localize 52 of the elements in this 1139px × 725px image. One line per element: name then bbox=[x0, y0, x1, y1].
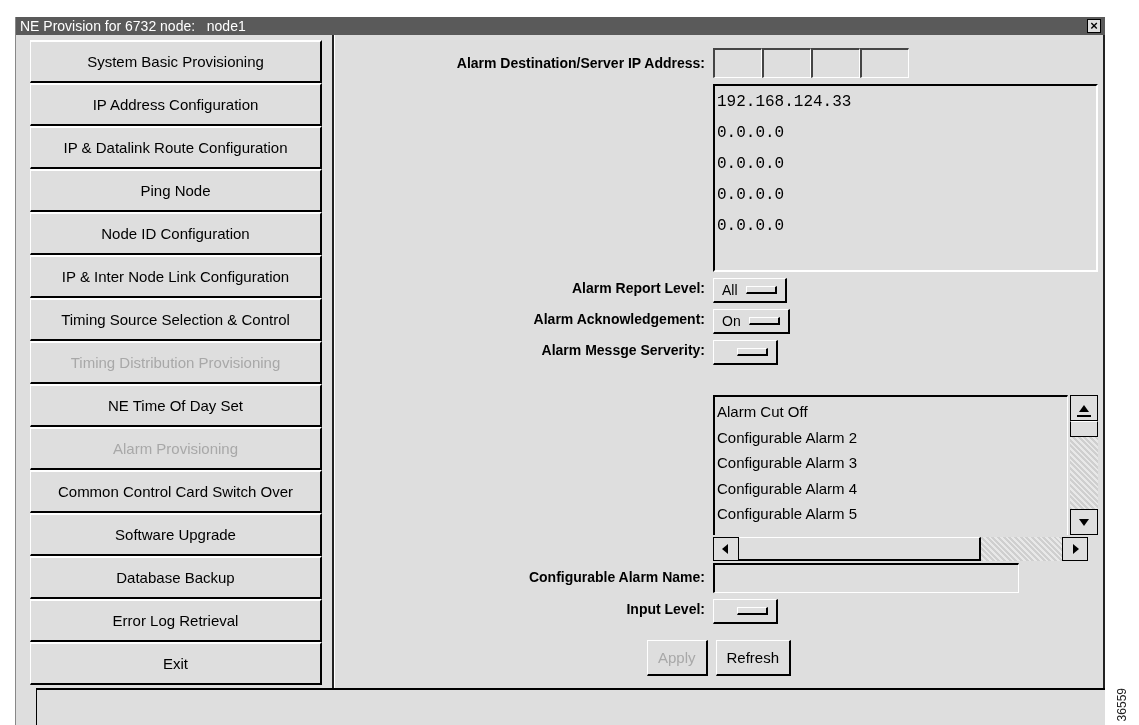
ip-address[interactable]: 0.0.0.0 bbox=[717, 185, 1094, 216]
ip-octet-field[interactable] bbox=[811, 48, 860, 78]
ip-address[interactable]: 0.0.0.0 bbox=[717, 123, 1094, 154]
option-menu[interactable] bbox=[713, 599, 778, 624]
scroll-thumb[interactable] bbox=[1070, 421, 1098, 437]
option-menu[interactable]: On bbox=[713, 309, 790, 334]
sidebar-button[interactable]: Database Backup bbox=[30, 556, 322, 599]
horizontal-scrollbar[interactable] bbox=[713, 537, 1088, 561]
alarm-item[interactable]: Configurable Alarm 5 bbox=[717, 503, 1065, 529]
alarm-list[interactable]: Alarm Cut Off Configurable Alarm 2 Configurable Alarm 3 Configurable Alarm 4 Configurable Alarm 5 bbox=[713, 395, 1068, 535]
ip-octet-field[interactable] bbox=[713, 48, 762, 78]
ip-address-list[interactable]: 192.168.124.33 0.0.0.0 0.0.0.0 0.0.0.0 0.0.0.0 bbox=[713, 84, 1098, 272]
scroll-left-icon[interactable] bbox=[713, 537, 739, 561]
sidebar-button[interactable]: IP & Datalink Route Configuration bbox=[30, 126, 322, 169]
alarm-item[interactable]: Configurable Alarm 3 bbox=[717, 452, 1065, 478]
sidebar-button[interactable]: Software Upgrade bbox=[30, 513, 322, 556]
action-button[interactable]: Refresh bbox=[715, 640, 792, 676]
sidebar-button[interactable]: Exit bbox=[30, 642, 322, 685]
field-label: Configurable Alarm Name: bbox=[528, 569, 705, 585]
field-label: Alarm Report Level: bbox=[571, 279, 705, 296]
alarm-item[interactable]: Alarm Cut Off bbox=[717, 401, 1065, 427]
alarm-name-field[interactable] bbox=[713, 563, 1019, 593]
sidebar-button[interactable]: Timing Source Selection & Control bbox=[30, 298, 322, 341]
scroll-right-icon[interactable] bbox=[1062, 537, 1088, 561]
ip-address[interactable]: 0.0.0.0 bbox=[717, 154, 1094, 185]
sidebar-button[interactable]: Error Log Retrieval bbox=[30, 599, 322, 642]
option-menu[interactable]: All bbox=[713, 278, 787, 303]
sidebar-button[interactable]: IP & Inter Node Link Configuration bbox=[30, 255, 322, 298]
ip-octet-field[interactable] bbox=[860, 48, 909, 78]
ip-address[interactable]: 192.168.124.33 bbox=[717, 92, 1094, 123]
sidebar-button[interactable]: Node ID Configuration bbox=[30, 212, 322, 255]
sidebar-button[interactable]: IP Address Configuration bbox=[30, 83, 322, 126]
option-menu[interactable] bbox=[713, 340, 778, 365]
scroll-up-icon[interactable] bbox=[1070, 395, 1098, 421]
alarm-item[interactable]: Configurable Alarm 2 bbox=[717, 426, 1065, 453]
sidebar-button[interactable]: Ping Node bbox=[30, 169, 322, 212]
scroll-thumb[interactable] bbox=[739, 537, 981, 561]
figure-number: 36559 bbox=[1115, 687, 1129, 721]
ip-octet-field[interactable] bbox=[762, 48, 811, 78]
field-label: Alarm Destination/Server IP Address: bbox=[456, 55, 705, 71]
window-title: NE Provision for 6732 node: node1 bbox=[20, 18, 246, 34]
field-label: Alarm Messge Serverity: bbox=[541, 341, 705, 358]
sidebar-button[interactable]: System Basic Provisioning bbox=[30, 40, 322, 83]
field-label: Alarm Acknowledgement: bbox=[533, 310, 705, 327]
vertical-scrollbar[interactable] bbox=[1070, 395, 1100, 535]
ip-address[interactable]: 0.0.0.0 bbox=[717, 216, 1094, 247]
scroll-down-icon[interactable] bbox=[1070, 509, 1098, 535]
sidebar-button[interactable]: NE Time Of Day Set bbox=[30, 384, 322, 427]
alarm-item[interactable]: Configurable Alarm 4 bbox=[717, 477, 1065, 504]
field-label: Input Level: bbox=[626, 600, 705, 617]
sidebar-button[interactable]: Common Control Card Switch Over bbox=[30, 470, 322, 513]
close-button[interactable]: × bbox=[1087, 19, 1102, 33]
